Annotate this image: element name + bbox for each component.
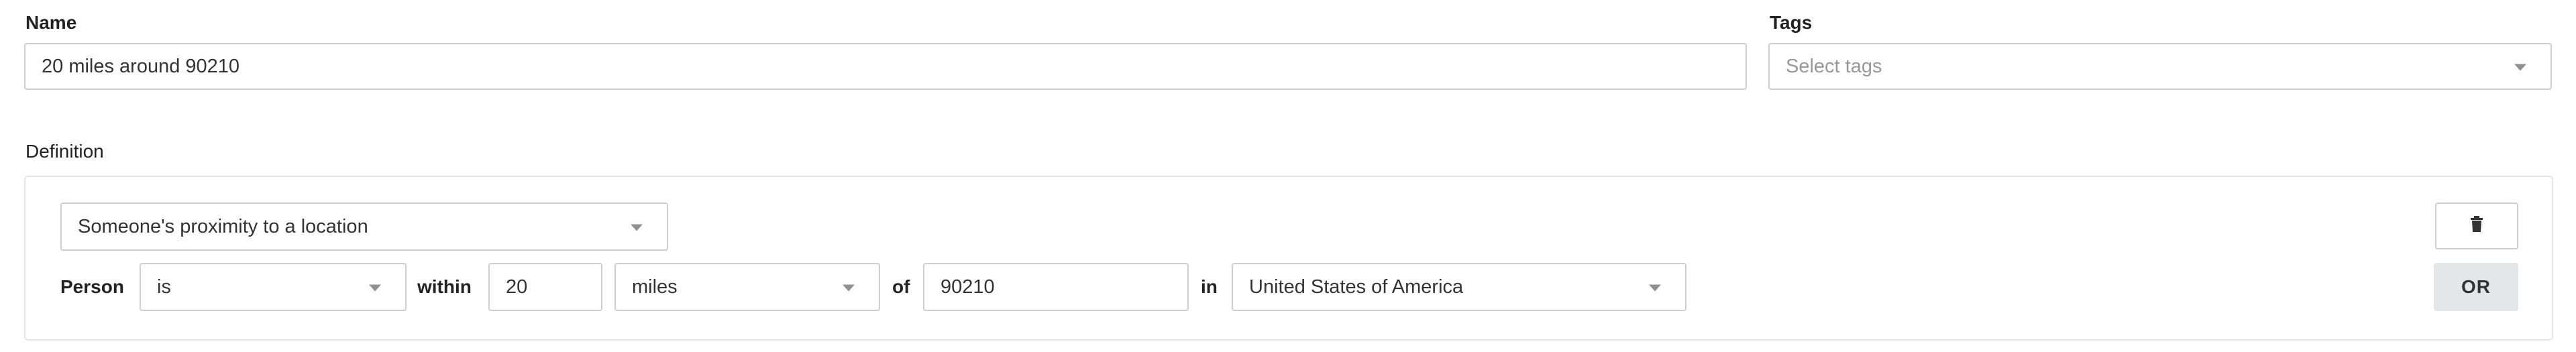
trash-icon <box>2469 215 2484 237</box>
condition-type-value: Someone's proximity to a location <box>78 215 368 237</box>
name-input-value: 20 miles around 90210 <box>42 55 240 77</box>
person-label: Person <box>60 276 124 297</box>
or-button[interactable]: OR <box>2434 263 2518 311</box>
condition-type-select[interactable]: Someone's proximity to a location <box>60 202 668 251</box>
unit-value: miles <box>632 276 678 298</box>
name-label: Name <box>25 12 77 33</box>
within-label: within <box>417 276 472 297</box>
delete-condition-button[interactable] <box>2435 202 2518 249</box>
chevron-down-icon <box>631 224 643 231</box>
tags-select[interactable]: Select tags <box>1768 43 2552 90</box>
operator-select[interactable]: is <box>140 263 407 311</box>
distance-input[interactable]: 20 <box>488 263 602 311</box>
postal-code-value: 90210 <box>941 276 995 298</box>
or-button-label: OR <box>2461 276 2491 297</box>
name-input[interactable]: 20 miles around 90210 <box>24 43 1747 90</box>
chevron-down-icon <box>1649 284 1661 292</box>
chevron-down-icon <box>369 284 381 292</box>
postal-code-input[interactable]: 90210 <box>923 263 1189 311</box>
definition-label: Definition <box>25 141 104 162</box>
country-value: United States of America <box>1249 276 1464 298</box>
tags-placeholder: Select tags <box>1786 55 1882 77</box>
tags-label: Tags <box>1770 12 1813 33</box>
operator-value: is <box>157 276 171 298</box>
unit-select[interactable]: miles <box>614 263 880 311</box>
country-select[interactable]: United States of America <box>1232 263 1686 311</box>
distance-value: 20 <box>506 276 528 298</box>
of-label: of <box>892 276 910 297</box>
chevron-down-icon <box>843 284 855 292</box>
in-label: in <box>1201 276 1218 297</box>
chevron-down-icon <box>2514 64 2526 71</box>
definition-panel <box>24 176 2553 341</box>
